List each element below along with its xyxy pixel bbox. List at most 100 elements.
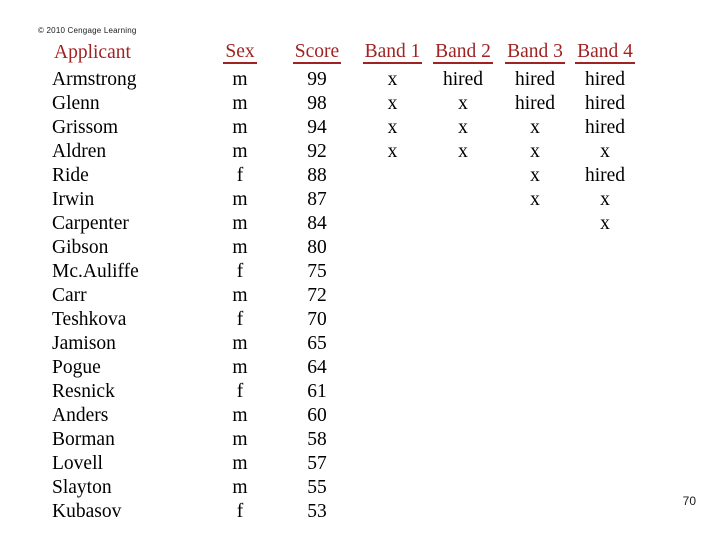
cell-applicant: Grissom — [52, 117, 119, 139]
column-header-label-band2: Band 2 — [433, 42, 493, 65]
cell-sex: m — [232, 333, 248, 355]
cell-applicant: Irwin — [52, 189, 95, 211]
cell-score: 58 — [307, 429, 327, 451]
column-header-applicant: Applicant — [52, 41, 204, 68]
column-header-score: Score — [276, 41, 358, 68]
cell-applicant: Anders — [52, 405, 109, 427]
cell-applicant: Pogue — [52, 357, 101, 379]
cell-band4 — [571, 452, 639, 476]
table-row: Carpenter m 84 x — [52, 212, 639, 236]
table-row: Irwin m 87 x x — [52, 188, 639, 212]
cell-band1 — [358, 284, 427, 308]
cell-band3 — [499, 500, 571, 524]
column-header-label-score: Score — [292, 42, 342, 65]
cell-band3 — [499, 428, 571, 452]
copyright-notice: © 2010 Cengage Learning — [38, 26, 137, 35]
cell-band3 — [499, 236, 571, 260]
table-row: Kubasov f 53 — [52, 500, 639, 524]
column-header-label-applicant: Applicant — [54, 41, 131, 63]
cell-score: 65 — [307, 333, 327, 355]
cell-band3: hired — [514, 93, 556, 115]
cell-band4 — [571, 356, 639, 380]
cell-band2: x — [458, 117, 468, 139]
table-row: Armstrong m 99 x hired hired hired — [52, 68, 639, 92]
cell-score: 75 — [307, 261, 327, 283]
cell-band3: x — [530, 189, 540, 211]
cell-band1 — [358, 476, 427, 500]
column-header-label-sex: Sex — [223, 42, 257, 65]
cell-band2 — [427, 476, 499, 500]
cell-score: 99 — [307, 69, 327, 91]
cell-score: 80 — [307, 237, 327, 259]
table-row: Borman m 58 — [52, 428, 639, 452]
cell-band4 — [571, 308, 639, 332]
cell-band3 — [499, 260, 571, 284]
cell-applicant: Mc.Auliffe — [52, 261, 139, 283]
column-header-band4: Band 4 — [571, 41, 639, 68]
table-row: Resnick f 61 — [52, 380, 639, 404]
table-row: Glenn m 98 x x hired hired — [52, 92, 639, 116]
cell-score: 84 — [307, 213, 327, 235]
page-number: 70 — [682, 494, 696, 508]
cell-score: 87 — [307, 189, 327, 211]
cell-band4: hired — [584, 117, 626, 139]
cell-applicant: Jamison — [52, 333, 116, 355]
cell-band3 — [499, 332, 571, 356]
cell-band2 — [427, 260, 499, 284]
cell-applicant: Slayton — [52, 477, 112, 499]
column-header-band2: Band 2 — [427, 41, 499, 68]
column-header-band3: Band 3 — [499, 41, 571, 68]
cell-applicant: Glenn — [52, 93, 100, 115]
cell-score: 53 — [307, 501, 327, 523]
cell-band4 — [571, 332, 639, 356]
cell-sex: f — [236, 309, 244, 331]
cell-applicant: Kubasov — [52, 501, 122, 523]
table-header-row: Applicant Sex Score Band 1 Band 2 Band 3 Band … — [52, 41, 639, 68]
cell-band2 — [427, 284, 499, 308]
cell-band2 — [427, 236, 499, 260]
cell-band2: x — [458, 93, 468, 115]
cell-band4 — [571, 476, 639, 500]
cell-band3 — [499, 308, 571, 332]
cell-band3: x — [530, 117, 540, 139]
cell-score: 72 — [307, 285, 327, 307]
cell-applicant: Ride — [52, 165, 89, 187]
cell-band3 — [499, 476, 571, 500]
cell-band4 — [571, 404, 639, 428]
cell-band4 — [571, 380, 639, 404]
cell-band2 — [427, 212, 499, 236]
cell-band1 — [358, 380, 427, 404]
table-row: Jamison m 65 — [52, 332, 639, 356]
table-row: Carr m 72 — [52, 284, 639, 308]
cell-band3 — [499, 356, 571, 380]
cell-sex: m — [232, 93, 248, 115]
cell-sex: f — [236, 501, 244, 523]
table-row: Slayton m 55 — [52, 476, 639, 500]
cell-band2 — [427, 188, 499, 212]
table-row: Gibson m 80 — [52, 236, 639, 260]
cell-score: 92 — [307, 141, 327, 163]
cell-score: 98 — [307, 93, 327, 115]
cell-band4: hired — [584, 93, 626, 115]
cell-band1 — [358, 428, 427, 452]
cell-band1: x — [387, 117, 398, 139]
cell-band4: hired — [584, 69, 626, 91]
cell-score: 57 — [307, 453, 327, 475]
cell-applicant: Resnick — [52, 381, 115, 403]
cell-sex: m — [232, 237, 248, 259]
cell-band2 — [427, 428, 499, 452]
cell-band1 — [358, 260, 427, 284]
cell-score: 88 — [307, 165, 327, 187]
cell-band1 — [358, 164, 427, 188]
cell-sex: m — [232, 117, 248, 139]
cell-band4: hired — [584, 165, 626, 187]
table-row: Ride f 88 x hired — [52, 164, 639, 188]
cell-applicant: Borman — [52, 429, 115, 451]
column-header-label-band3: Band 3 — [505, 42, 565, 65]
cell-band3 — [499, 452, 571, 476]
cell-sex: f — [236, 261, 244, 283]
cell-sex: m — [232, 453, 248, 475]
cell-band1 — [358, 236, 427, 260]
cell-band2 — [427, 308, 499, 332]
cell-applicant: Gibson — [52, 237, 109, 259]
